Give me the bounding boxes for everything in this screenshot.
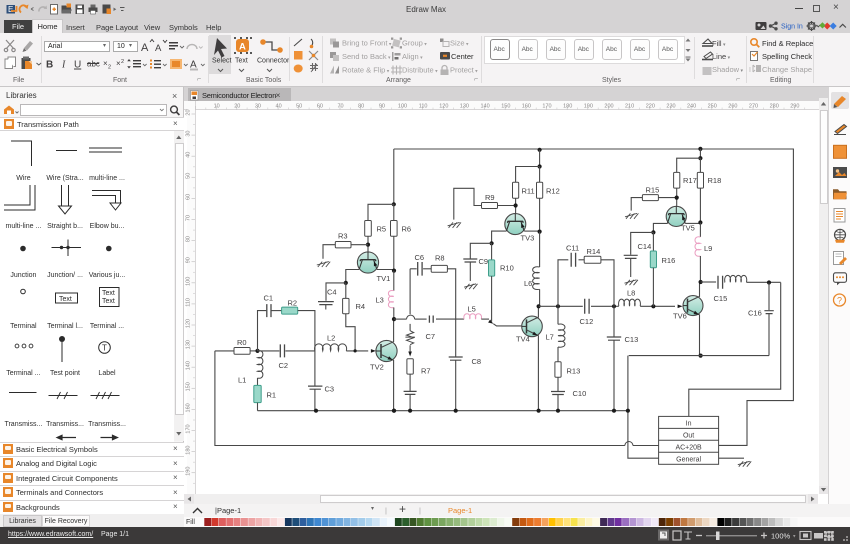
svg-text:R1: R1 [267,391,277,400]
svg-text:In: In [686,421,692,428]
svg-text:L6: L6 [524,279,532,288]
svg-text:R14: R14 [587,247,601,256]
svg-text:R11: R11 [522,187,535,196]
svg-text:R6: R6 [402,225,412,234]
svg-text:C4: C4 [327,288,337,297]
svg-text:TV1: TV1 [377,274,391,283]
svg-text:R5: R5 [377,225,387,234]
svg-text:R8: R8 [435,254,445,263]
svg-text:C8: C8 [472,357,482,366]
svg-text:C12: C12 [580,317,594,326]
svg-text:R17: R17 [683,176,697,185]
svg-text:C1: C1 [264,294,274,303]
svg-text:L9: L9 [704,244,712,253]
svg-text:R18: R18 [708,176,722,185]
svg-text:C15: C15 [714,294,728,303]
svg-text:C16: C16 [748,309,762,318]
svg-text:C6: C6 [415,253,425,262]
svg-text:R0: R0 [237,338,247,347]
svg-text:R3: R3 [338,232,348,241]
svg-text:C14: C14 [638,242,652,251]
svg-text:R2: R2 [288,299,298,308]
svg-text:TV6: TV6 [673,312,687,321]
svg-text:R12: R12 [546,187,560,196]
svg-text:C9: C9 [479,257,489,266]
svg-text:L8: L8 [627,289,635,298]
svg-text:C11: C11 [566,244,579,253]
svg-text:C2: C2 [279,361,289,370]
svg-text:L3: L3 [376,296,384,305]
svg-text:TV2: TV2 [370,363,384,372]
svg-text:TV5: TV5 [681,224,695,233]
svg-text:General: General [676,456,701,463]
svg-text:R16: R16 [662,256,676,265]
svg-text:R4: R4 [356,302,366,311]
svg-text:TV4: TV4 [516,335,530,344]
svg-text:L7: L7 [546,333,554,342]
svg-text:R7: R7 [421,367,431,376]
svg-text:R9: R9 [485,193,495,202]
svg-text:L1: L1 [238,376,246,385]
svg-text:L2: L2 [327,334,335,343]
svg-text:C13: C13 [625,335,639,344]
svg-text:C3: C3 [325,385,335,394]
svg-text:R10: R10 [500,264,514,273]
svg-text:R13: R13 [567,367,581,376]
svg-text:L5: L5 [468,305,476,314]
svg-text:C7: C7 [426,332,436,341]
svg-text:TV3: TV3 [521,234,535,243]
svg-text:R15: R15 [646,186,660,195]
svg-text:AC+20B: AC+20B [675,444,702,451]
svg-text:C10: C10 [573,389,587,398]
svg-text:Out: Out [683,433,694,440]
